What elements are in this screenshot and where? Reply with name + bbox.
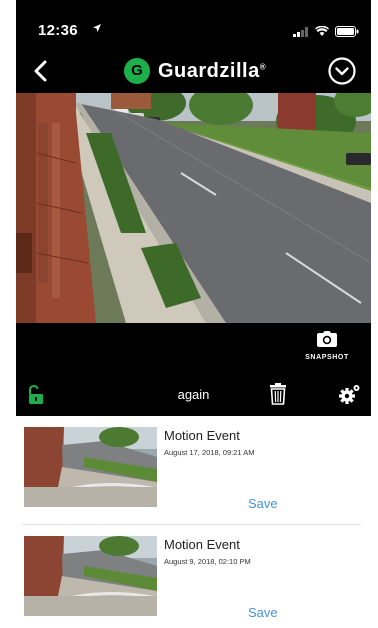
gear-icon[interactable] bbox=[339, 384, 361, 409]
brand-logo-badge: G bbox=[124, 58, 150, 84]
app-screen: 12:36 G Guardzilla® SNAPSHOT again Motio… bbox=[16, 0, 371, 628]
status-icons bbox=[293, 24, 359, 42]
brand-mark: ® bbox=[259, 61, 267, 71]
status-time: 12:36 bbox=[38, 22, 78, 39]
event-list: Motion Event August 17, 2018, 09:21 AM S… bbox=[16, 416, 371, 628]
event-thumbnail[interactable] bbox=[24, 536, 157, 616]
chevron-down-circle-icon[interactable] bbox=[327, 56, 357, 86]
event-title: Motion Event bbox=[164, 428, 240, 443]
snapshot-button[interactable]: SNAPSHOT bbox=[301, 331, 353, 361]
status-bar: 12:36 bbox=[16, 0, 371, 50]
app-header: G Guardzilla® bbox=[16, 52, 371, 92]
list-item[interactable]: Motion Event August 9, 2018, 02:10 PM Sa… bbox=[22, 525, 361, 628]
brand-logo: G Guardzilla® bbox=[124, 58, 266, 84]
save-button[interactable]: Save bbox=[248, 496, 278, 511]
camera-controls-bar: again bbox=[16, 375, 371, 415]
event-title: Motion Event bbox=[164, 537, 240, 552]
camera-name: again bbox=[177, 387, 210, 402]
location-arrow-icon bbox=[92, 23, 102, 36]
camera-icon bbox=[317, 331, 337, 351]
snapshot-label: SNAPSHOT bbox=[305, 354, 349, 361]
trash-icon[interactable] bbox=[270, 383, 286, 410]
battery-icon bbox=[335, 24, 359, 42]
brand-name: Guardzilla® bbox=[158, 59, 267, 82]
event-date: August 17, 2018, 09:21 AM bbox=[164, 448, 255, 457]
wifi-icon bbox=[315, 24, 329, 42]
save-button[interactable]: Save bbox=[248, 605, 278, 620]
list-item[interactable]: Motion Event August 17, 2018, 09:21 AM S… bbox=[22, 416, 361, 525]
event-thumbnail[interactable] bbox=[24, 427, 157, 507]
chevron-left-icon[interactable] bbox=[26, 56, 56, 86]
live-camera-view[interactable] bbox=[16, 93, 371, 323]
event-date: August 9, 2018, 02:10 PM bbox=[164, 557, 251, 566]
signal-icon bbox=[293, 24, 309, 42]
snapshot-bar: SNAPSHOT bbox=[16, 323, 371, 373]
